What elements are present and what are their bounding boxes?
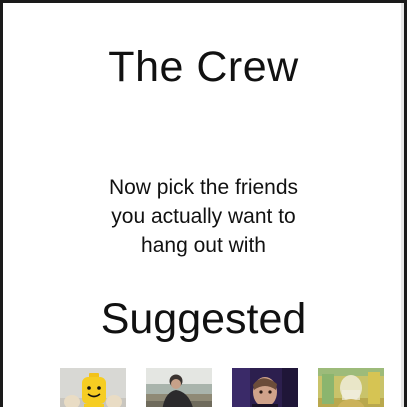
suggested-friend-avatar[interactable] — [60, 368, 126, 407]
person-colorful-icon — [318, 368, 384, 407]
instruction-line: hang out with — [141, 234, 266, 257]
screen: The Crew Now pick the friends you actual… — [0, 0, 407, 407]
instruction-line: Now pick the friends — [108, 176, 299, 199]
person-portrait-icon — [232, 368, 298, 407]
suggested-friend-avatar[interactable] — [232, 368, 298, 407]
lego-figure-icon — [60, 368, 126, 407]
suggested-friend-avatar[interactable] — [146, 368, 212, 407]
suggested-friend-avatar[interactable] — [318, 368, 384, 407]
suggested-heading: Suggested — [100, 295, 307, 343]
page-title: The Crew — [108, 43, 299, 91]
instruction-text: Now pick the friends you actually want t… — [63, 173, 344, 260]
instruction-line: you actually want to — [111, 205, 296, 228]
person-outdoors-icon — [146, 368, 212, 407]
suggested-friends-list — [60, 368, 386, 407]
